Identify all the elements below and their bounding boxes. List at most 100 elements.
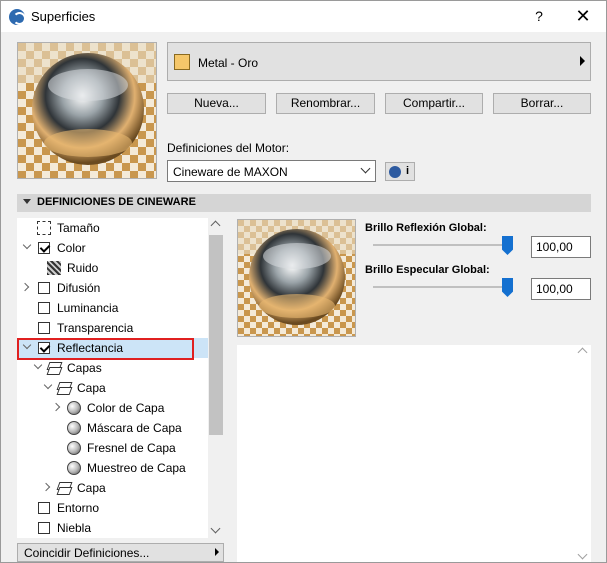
tree-item-label: Capas [67, 361, 102, 375]
tree-item-layer[interactable]: Capa [17, 378, 208, 398]
chevron-down-icon[interactable] [43, 380, 53, 390]
delete-button[interactable]: Borrar... [493, 93, 591, 114]
tree-item-layer-color[interactable]: Color de Capa [17, 398, 208, 418]
material-color-swatch [174, 54, 190, 70]
chrome-sphere-render [238, 220, 355, 336]
diffusion-checkbox[interactable] [38, 282, 50, 294]
sphere-icon [67, 441, 81, 455]
chevron-right-icon [215, 548, 219, 556]
tree-item-layer-2[interactable]: Capa [17, 478, 208, 498]
section-title: DEFINICIONES DE CINEWARE [37, 196, 196, 208]
engine-select[interactable]: Cineware de MAXON [167, 160, 376, 182]
tree-item-label: Niebla [57, 521, 92, 535]
tree-item-color[interactable]: Color [17, 238, 208, 258]
specular-slider-thumb[interactable] [502, 278, 513, 297]
reflection-slider[interactable] [373, 244, 513, 246]
material-preview-large [17, 42, 157, 179]
reflection-brightness-label: Brillo Reflexión Global: [365, 222, 487, 234]
chevron-down-icon [360, 163, 371, 174]
luminance-checkbox[interactable] [38, 302, 50, 314]
info-icon: i [406, 165, 410, 177]
tree-item-label: Difusión [57, 281, 101, 295]
surfaces-dialog: Superficies ? ✕ Metal - Oro Nueva... Ren… [0, 0, 607, 563]
tree-item-label: Entorno [57, 501, 100, 515]
reflection-value-input[interactable]: 100,00 [531, 236, 591, 258]
tree-item-label: Fresnel de Capa [87, 441, 176, 455]
tree-item-label: Tamaño [57, 221, 100, 235]
tree-item-label: Máscara de Capa [87, 421, 182, 435]
size-icon [37, 221, 51, 235]
tree-item-layer-fresnel[interactable]: Fresnel de Capa [17, 438, 208, 458]
noise-icon [47, 261, 61, 275]
tree-item-layers[interactable]: Capas [17, 358, 208, 378]
tree-item-label: Capa [77, 481, 106, 495]
tree-item-label: Transparencia [57, 321, 134, 335]
fog-checkbox[interactable] [38, 522, 50, 534]
environment-checkbox[interactable] [38, 502, 50, 514]
chevron-down-icon[interactable] [22, 240, 32, 250]
color-checkbox[interactable] [38, 242, 50, 254]
tree-item-label: Color [57, 241, 86, 255]
title-bar: Superficies ? ✕ [1, 1, 606, 32]
tree-item-fog[interactable]: Niebla [17, 518, 208, 538]
chevron-down-icon[interactable] [33, 360, 43, 370]
window-title: Superficies [31, 9, 96, 24]
material-preview-small [237, 219, 356, 337]
tree-item-label: Color de Capa [87, 401, 165, 415]
archicad-app-icon [9, 9, 26, 25]
layers-icon [57, 481, 72, 495]
engine-select-value: Cineware de MAXON [173, 165, 288, 179]
material-name: Metal - Oro [198, 56, 259, 70]
specular-brightness-label: Brillo Especular Global: [365, 264, 490, 276]
tree-item-label: Ruido [67, 261, 99, 275]
specular-slider[interactable] [373, 286, 513, 288]
tree-item-label: Luminancia [57, 301, 119, 315]
specular-value-input[interactable]: 100,00 [531, 278, 591, 300]
layers-icon [57, 381, 72, 395]
chevron-down-icon[interactable] [577, 549, 588, 560]
match-settings-label: Coincidir Definiciones... [24, 546, 150, 560]
engine-settings-label: Definiciones del Motor: [167, 141, 290, 155]
tree-item-layer-mask[interactable]: Máscara de Capa [17, 418, 208, 438]
selection-highlight [17, 338, 194, 360]
material-selector[interactable]: Metal - Oro [167, 42, 591, 81]
channel-tree: Tamaño Color Ruido Difusión Luminancia T… [17, 218, 224, 538]
tree-item-diffusion[interactable]: Difusión [17, 278, 208, 298]
chevron-right-icon[interactable] [20, 282, 30, 292]
tree-item-environment[interactable]: Entorno [17, 498, 208, 518]
close-button[interactable]: ✕ [573, 6, 593, 26]
chevron-right-icon[interactable] [41, 482, 51, 492]
help-button[interactable]: ? [529, 6, 549, 26]
tree-item-noise[interactable]: Ruido [17, 258, 208, 278]
settings-panel [237, 345, 591, 562]
tree-item-layer-sampling[interactable]: Muestreo de Capa [17, 458, 208, 478]
tree-item-luminance[interactable]: Luminancia [17, 298, 208, 318]
chevron-up-icon[interactable] [577, 347, 588, 358]
tree-item-transparency[interactable]: Transparencia [17, 318, 208, 338]
reflection-slider-thumb[interactable] [502, 236, 513, 255]
settings-scrollbar[interactable] [575, 345, 591, 562]
chevron-right-icon [580, 56, 585, 66]
match-settings-button[interactable]: Coincidir Definiciones... [17, 543, 224, 562]
chrome-sphere-render [18, 43, 156, 178]
tree-item-label: Muestreo de Capa [87, 461, 186, 475]
sphere-icon [67, 421, 81, 435]
sphere-icon [67, 401, 81, 415]
chevron-down-icon [23, 199, 31, 204]
tree-item-size[interactable]: Tamaño [17, 218, 208, 238]
tree-scrollbar[interactable] [208, 218, 224, 538]
rename-button[interactable]: Renombrar... [276, 93, 375, 114]
chevron-up-icon[interactable] [210, 220, 221, 231]
share-button[interactable]: Compartir... [385, 93, 483, 114]
transparency-checkbox[interactable] [38, 322, 50, 334]
tree-item-label: Capa [77, 381, 106, 395]
new-button[interactable]: Nueva... [167, 93, 266, 114]
engine-info-button[interactable]: i [385, 162, 415, 181]
sphere-icon [67, 461, 81, 475]
cinema4d-icon [389, 166, 401, 178]
cineware-section-header[interactable]: DEFINICIONES DE CINEWARE [17, 194, 591, 212]
chevron-down-icon[interactable] [210, 523, 221, 534]
layers-icon [47, 361, 62, 375]
scroll-thumb[interactable] [209, 235, 223, 435]
chevron-right-icon[interactable] [51, 402, 61, 412]
